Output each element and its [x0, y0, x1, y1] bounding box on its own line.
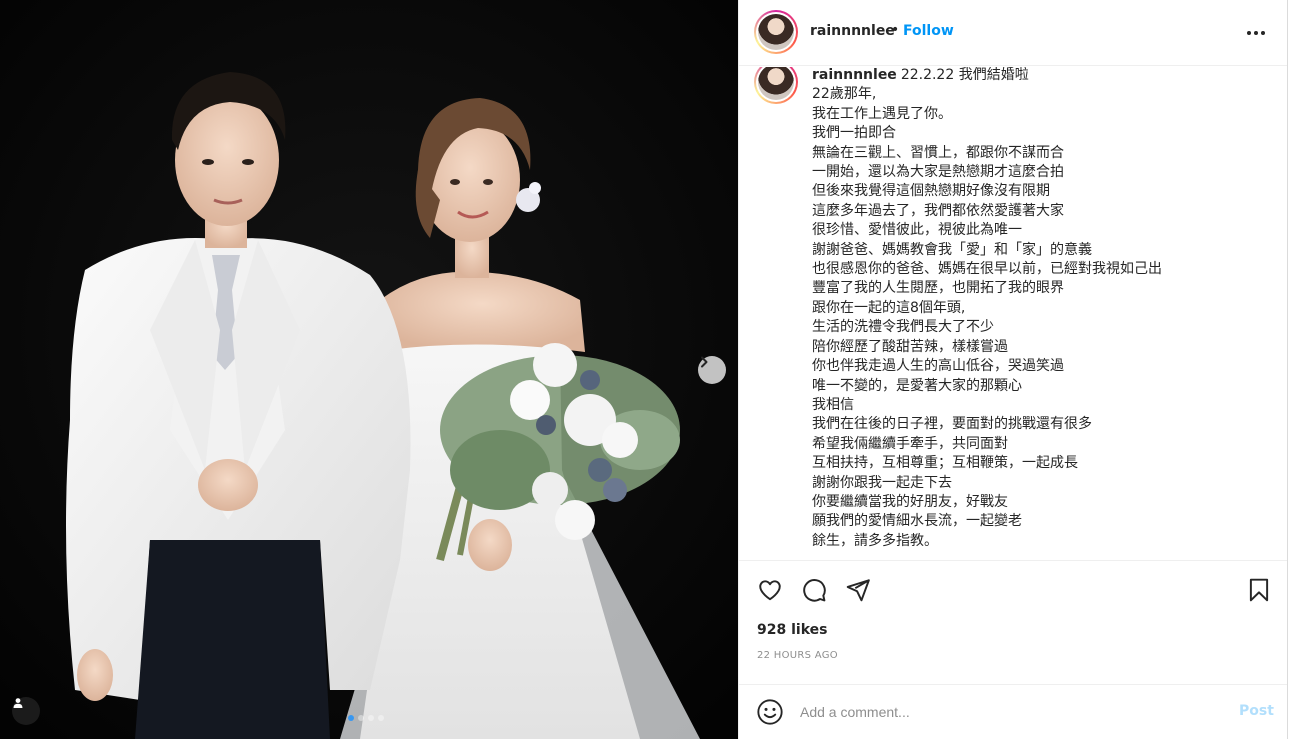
caption-line: 互相扶持，互相尊重；互相鞭策，一起成長 [812, 455, 1078, 472]
caption-line: 我相信 [812, 396, 854, 413]
comment-input[interactable] [800, 699, 1220, 725]
bookmark-icon[interactable] [1246, 577, 1272, 603]
comment-icon[interactable] [801, 577, 827, 603]
follow-button[interactable]: Follow [903, 23, 954, 39]
chevron-right-icon [701, 356, 708, 368]
caption-text: rainnnnlee 22.2.22 我們結婚啦 22歲那年, 我在工作上遇見了你… [812, 67, 1272, 551]
caption-scroll-area[interactable]: rainnnnlee 22.2.22 我們結婚啦 22歲那年, 我在工作上遇見了你… [739, 67, 1289, 560]
caption-line: 我在工作上遇見了你。 [812, 105, 952, 122]
carousel-dot [378, 715, 384, 721]
post-actions: 928 likes 22 HOURS AGO [739, 560, 1289, 684]
avatar[interactable] [754, 10, 798, 54]
caption-line: 22歲那年, [812, 86, 877, 103]
caption-line: 也很感恩你的爸爸、媽媽在很早以前，已經對我視如己出 [812, 261, 1162, 278]
caption-line: 希望我倆繼續手牽手，共同面對 [812, 435, 1008, 452]
caption-line: 我們在往後的日子裡，要面對的挑戰還有很多 [812, 416, 1092, 433]
share-icon[interactable] [845, 577, 871, 603]
emoji-icon[interactable] [756, 698, 784, 726]
caption-line: 你要繼續當我的好朋友，好戰友 [812, 493, 1008, 510]
caption-line: 願我們的愛情細水長流，一起變老 [812, 513, 1022, 530]
more-horizontal-icon[interactable] [1245, 22, 1267, 44]
caption-username[interactable]: rainnnnlee [812, 67, 897, 83]
post-timestamp[interactable]: 22 HOURS AGO [757, 650, 838, 661]
caption-line: 跟你在一起的這8個年頭, [812, 299, 966, 316]
tagged-users-button[interactable] [12, 697, 40, 725]
header-separator: • [891, 22, 900, 38]
wedding-photo-illustration [0, 0, 738, 739]
caption-line: 我們一拍即合 [812, 125, 896, 142]
caption-line: 謝謝爸爸、媽媽教會我「愛」和「家」的意義 [812, 241, 1092, 258]
caption-line: 你也伴我走過人生的高山低谷，哭過笑過 [812, 358, 1064, 375]
likes-count[interactable]: 928 likes [757, 622, 827, 638]
caption-first-line: rainnnnlee 22.2.22 我們結婚啦 [812, 67, 1272, 85]
comment-bar: Post [739, 684, 1289, 739]
caption-line: 但後來我覺得這個熱戀期好像沒有限期 [812, 183, 1050, 200]
caption-line: 豐富了我的人生閱歷，也開拓了我的眼界 [812, 280, 1064, 297]
next-photo-button[interactable] [698, 356, 726, 384]
caption-line: 陪你經歷了酸甜苦辣，樣樣嘗過 [812, 338, 1008, 355]
user-icon [13, 698, 23, 708]
caption-line: 這麼多年過去了，我們都依然愛護著大家 [812, 202, 1064, 219]
heart-icon[interactable] [757, 577, 783, 603]
caption-avatar[interactable] [754, 67, 798, 104]
carousel-dot [368, 715, 374, 721]
caption-line: 唯一不變的，是愛著大家的那顆心 [812, 377, 1022, 394]
carousel-dot-active [348, 715, 354, 721]
post-photo[interactable] [0, 0, 738, 739]
post-header: rainnnnlee • Follow [739, 0, 1289, 66]
caption-line: 22.2.22 我們結婚啦 [900, 67, 1029, 83]
window-edge [1287, 0, 1296, 739]
author-username[interactable]: rainnnnlee [810, 23, 895, 39]
caption-line: 謝謝你跟我一起走下去 [812, 474, 952, 491]
post-comment-button[interactable]: Post [1239, 703, 1274, 719]
caption-line: 一開始，還以為大家是熱戀期才這麼合拍 [812, 164, 1064, 181]
caption-line: 無論在三觀上、習慣上，都跟你不謀而合 [812, 144, 1064, 161]
carousel-indicator [348, 715, 384, 721]
carousel-dot [358, 715, 364, 721]
caption-line: 很珍惜、愛惜彼此，視彼此為唯一 [812, 222, 1022, 239]
caption-line: 生活的洗禮令我們長大了不少 [812, 319, 994, 336]
caption-line: 餘生，請多多指教。 [812, 532, 938, 549]
post-detail-panel: rainnnnlee • Follow rainnnnlee 22.2.22 我們… [738, 0, 1289, 739]
